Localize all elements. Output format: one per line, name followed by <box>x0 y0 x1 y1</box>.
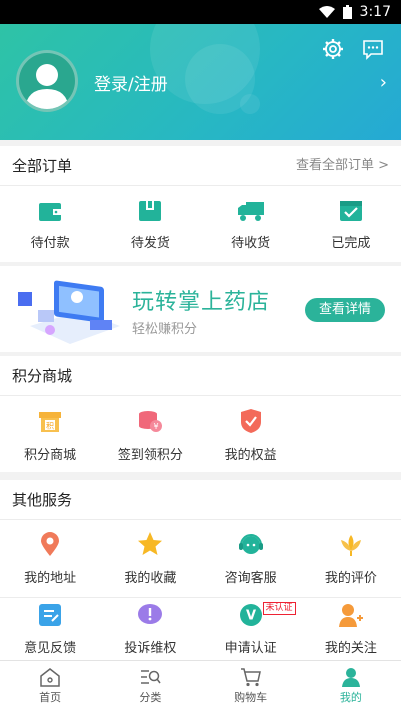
cart-icon <box>240 667 261 686</box>
user-icon <box>341 667 360 687</box>
default-avatar-icon <box>25 64 69 109</box>
star-icon <box>138 532 163 555</box>
my-favorites-entry[interactable]: 我的收藏 <box>100 520 200 597</box>
svg-text:¥: ¥ <box>154 422 159 431</box>
tab-category[interactable]: 分类 <box>100 661 200 710</box>
points-mall-entry[interactable]: 积 积分商城 <box>0 396 100 474</box>
package-icon <box>139 200 162 221</box>
order-pending-receipt[interactable]: 待收货 <box>201 186 301 264</box>
follow-user-icon <box>338 603 363 627</box>
points-shop-icon: 积 <box>39 411 62 432</box>
coin-stack-icon: ¥ <box>139 410 163 432</box>
my-reviews-entry[interactable]: 我的评价 <box>301 520 401 597</box>
order-pending-payment[interactable]: 待付款 <box>0 186 100 264</box>
points-title: 积分商城 <box>0 356 401 396</box>
order-label: 待付款 <box>30 235 70 251</box>
points-label: 签到领积分 <box>117 447 183 463</box>
view-details-button[interactable]: 查看详情 <box>305 298 385 322</box>
status-bar: 3:17 <box>0 0 401 24</box>
orders-title-text: 全部订单 <box>12 157 73 175</box>
services-title: 其他服务 <box>0 480 401 520</box>
battery-icon <box>342 5 352 19</box>
avatar[interactable] <box>16 50 78 112</box>
status-time: 3:17 <box>359 4 391 20</box>
computer-illustration <box>18 280 120 344</box>
tab-home[interactable]: 首页 <box>0 661 100 710</box>
service-label: 我的收藏 <box>124 571 177 586</box>
orders-title: 全部订单 查看全部订单 > <box>0 146 401 186</box>
customer-service-entry[interactable]: 咨询客服 <box>201 520 301 597</box>
points-section: 积分商城 积 积分商城 ¥ 签到领积分 我的权益 <box>0 356 401 472</box>
lotus-icon <box>340 535 361 556</box>
order-completed[interactable]: 已完成 <box>301 186 401 264</box>
points-label: 积分商城 <box>24 447 77 463</box>
wifi-icon <box>318 6 335 18</box>
wallet-icon <box>39 202 62 221</box>
gear-icon[interactable] <box>322 38 344 60</box>
order-label: 待发货 <box>130 235 170 251</box>
services-title-text: 其他服务 <box>12 491 73 509</box>
order-label: 待收货 <box>231 235 271 251</box>
service-label: 申请认证 <box>224 640 277 656</box>
headset-icon <box>238 534 263 554</box>
tab-label: 购物车 <box>234 690 268 704</box>
banner-title: 玩转掌上药店 <box>132 290 271 315</box>
promo-banner[interactable]: 玩转掌上药店 轻松赚积分 查看详情 <box>0 266 401 352</box>
uncertified-badge: 未认证 <box>262 602 296 615</box>
check-icon <box>339 200 362 221</box>
service-label: 投诉维权 <box>124 640 177 656</box>
tab-cart[interactable]: 购物车 <box>201 661 301 710</box>
order-pending-shipment[interactable]: 待发货 <box>100 186 200 264</box>
service-label: 我的地址 <box>24 571 77 586</box>
service-label: 咨询客服 <box>224 571 277 586</box>
orders-section: 全部订单 查看全部订单 > 待付款 待发货 待收货 已完成 <box>0 146 401 262</box>
banner-subtitle: 轻松赚积分 <box>132 322 198 337</box>
verify-v-icon: V <box>239 603 262 626</box>
home-icon <box>40 667 60 687</box>
message-icon[interactable] <box>362 38 384 60</box>
bottom-tab-bar: 首页 分类 购物车 我的 <box>0 660 401 710</box>
exclamation-bubble-icon <box>138 603 163 624</box>
service-label: 我的关注 <box>324 640 377 656</box>
svg-text:积: 积 <box>46 420 54 430</box>
location-pin-icon <box>41 532 60 556</box>
decor-bubble <box>240 94 260 114</box>
view-all-orders-link[interactable]: 查看全部订单 > <box>296 146 389 186</box>
checkin-points-entry[interactable]: ¥ 签到领积分 <box>100 396 200 474</box>
tab-label: 分类 <box>139 690 162 704</box>
medal-icon <box>240 408 261 433</box>
tab-label: 首页 <box>39 690 62 704</box>
edit-note-icon <box>39 603 62 626</box>
login-register-link[interactable]: 登录/注册 <box>94 70 168 95</box>
tab-label: 我的 <box>339 690 362 704</box>
services-section: 其他服务 我的地址 我的收藏 咨询客服 我的评价 意见反馈 投诉维权 V 未认证… <box>0 480 401 660</box>
my-address-entry[interactable]: 我的地址 <box>0 520 100 597</box>
apply-certification-entry[interactable]: V 未认证 申请认证 <box>201 598 301 660</box>
service-label: 我的评价 <box>324 571 377 586</box>
truck-icon <box>237 201 264 221</box>
tab-mine[interactable]: 我的 <box>301 661 401 710</box>
svg-text:V: V <box>246 608 256 623</box>
points-label: 我的权益 <box>224 447 277 463</box>
my-benefits-entry[interactable]: 我的权益 <box>201 396 301 474</box>
category-search-icon <box>141 669 161 684</box>
order-label: 已完成 <box>331 235 371 251</box>
service-label: 意见反馈 <box>24 640 77 656</box>
complaint-entry[interactable]: 投诉维权 <box>100 598 200 660</box>
profile-header: 登录/注册 › <box>0 24 401 140</box>
chevron-right-icon[interactable]: › <box>380 72 387 93</box>
my-follows-entry[interactable]: 我的关注 <box>301 598 401 660</box>
feedback-entry[interactable]: 意见反馈 <box>0 598 100 660</box>
points-title-text: 积分商城 <box>12 367 73 385</box>
